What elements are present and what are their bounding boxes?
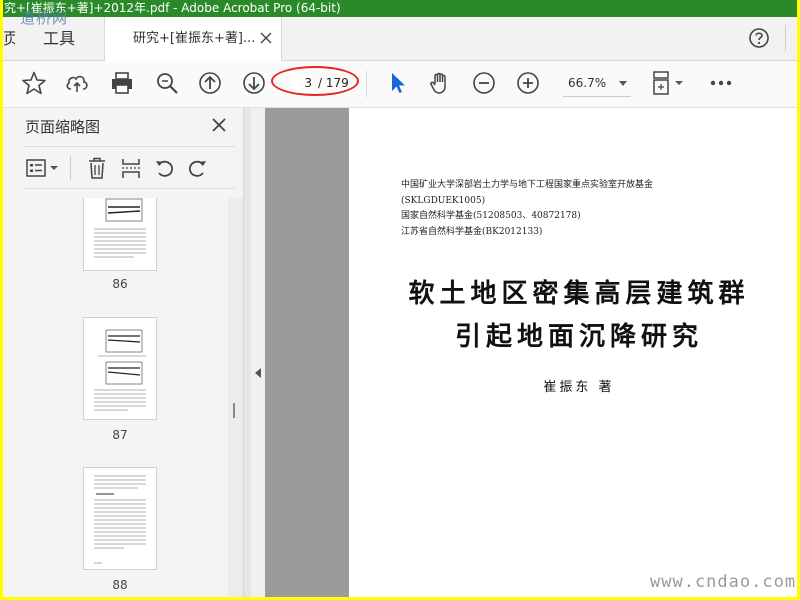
book-author: 崔振东 著 xyxy=(543,380,615,395)
funding-line: 国家自然科学基金(51208503、40872178) xyxy=(401,211,581,221)
site-watermark-top: 道桥网 xyxy=(20,9,69,27)
panel-divider xyxy=(23,188,235,189)
redo-icon[interactable] xyxy=(187,156,209,180)
star-icon[interactable] xyxy=(21,70,47,96)
toolbar-divider xyxy=(366,71,367,97)
zoom-search-icon[interactable] xyxy=(154,70,180,96)
funding-info: 中国矿业大学深部岩土力学与地下工程国家重点实验室开放基金 (SKLGDUEK10… xyxy=(401,178,653,240)
zoom-out-icon[interactable] xyxy=(471,70,497,96)
more-icon[interactable] xyxy=(708,70,734,96)
options-icon[interactable] xyxy=(25,156,63,180)
page-display-icon[interactable] xyxy=(651,70,687,96)
funding-line: 江苏省自然科学基金(BK2012133) xyxy=(401,226,543,237)
panel-splitter[interactable] xyxy=(243,108,251,597)
document-view: 中国矿业大学深部岩土力学与地下工程国家重点实验室开放基金 (SKLGDUEK10… xyxy=(265,108,797,597)
collapse-panel-icon[interactable] xyxy=(255,368,261,378)
document-page: 中国矿业大学深部岩土力学与地下工程国家重点实验室开放基金 (SKLGDUEK10… xyxy=(349,108,797,597)
thumbnail-page-number: 86 xyxy=(112,277,128,291)
book-title-line-2: 引起地面沉降研究 xyxy=(454,322,703,352)
tab-bar: 页 工具 研究+[崔振东+著]... xyxy=(3,17,797,61)
tab-document-label: 研究+[崔振东+著]... xyxy=(133,31,256,46)
print-icon[interactable] xyxy=(109,70,135,96)
arrow-down-icon[interactable] xyxy=(241,70,267,96)
zoom-in-icon[interactable] xyxy=(515,70,541,96)
chevron-down-icon xyxy=(619,81,627,86)
cloud-upload-icon[interactable] xyxy=(64,70,90,96)
page-thumbnail[interactable] xyxy=(83,467,157,570)
panel-title: 页面缩略图 xyxy=(25,118,101,136)
undo-icon[interactable] xyxy=(153,156,175,180)
annotation-highlight-oval xyxy=(271,66,359,96)
page-thumbnails-panel: 页面缩略图 86 87 88 xyxy=(3,108,243,597)
thumbnail-chart xyxy=(94,198,146,258)
zoom-value: 66.7% xyxy=(568,76,607,90)
funding-line: (SKLGDUEK1005) xyxy=(401,195,486,206)
zoom-select[interactable]: 66.7% xyxy=(563,70,631,97)
hand-icon[interactable] xyxy=(427,70,453,96)
panel-divider xyxy=(23,146,235,147)
thumbnail-scrollbar[interactable] xyxy=(228,198,243,597)
thumbnail-list: 86 87 88 xyxy=(3,198,228,597)
extract-icon[interactable] xyxy=(120,156,142,180)
page-thumbnail[interactable] xyxy=(83,317,157,420)
main-toolbar: 3 / 179 66.7% xyxy=(3,61,797,108)
book-title-line-1: 软土地区密集高层建筑群 xyxy=(408,279,750,309)
thumbnail-page-number: 88 xyxy=(112,578,128,592)
close-icon[interactable] xyxy=(211,117,227,133)
tab-divider xyxy=(785,25,786,51)
trash-icon[interactable] xyxy=(86,156,108,180)
funding-line: 中国矿业大学深部岩土力学与地下工程国家重点实验室开放基金 xyxy=(401,180,654,190)
acrobat-window: 究+[崔振东+著]+2012年.pdf - Adobe Acrobat Pro … xyxy=(3,0,797,597)
window-title: 究+[崔振东+著]+2012年.pdf - Adobe Acrobat Pro … xyxy=(3,0,797,17)
help-icon[interactable] xyxy=(748,27,770,49)
close-icon[interactable] xyxy=(259,31,273,45)
thumbnail-chart xyxy=(94,329,146,411)
page-thumbnail[interactable] xyxy=(83,198,157,271)
scrollbar-grip[interactable] xyxy=(233,403,235,418)
thumbnail-page-number: 87 xyxy=(112,428,128,442)
panel-toolbar-divider xyxy=(70,156,71,180)
tab-home[interactable]: 页 xyxy=(3,17,15,60)
cursor-icon[interactable] xyxy=(385,70,411,96)
tab-document[interactable]: 研究+[崔振东+著]... xyxy=(104,17,282,61)
site-watermark-bottom: www.cndao.com xyxy=(650,572,797,592)
thumbnail-text xyxy=(94,475,146,564)
arrow-up-icon[interactable] xyxy=(197,70,223,96)
